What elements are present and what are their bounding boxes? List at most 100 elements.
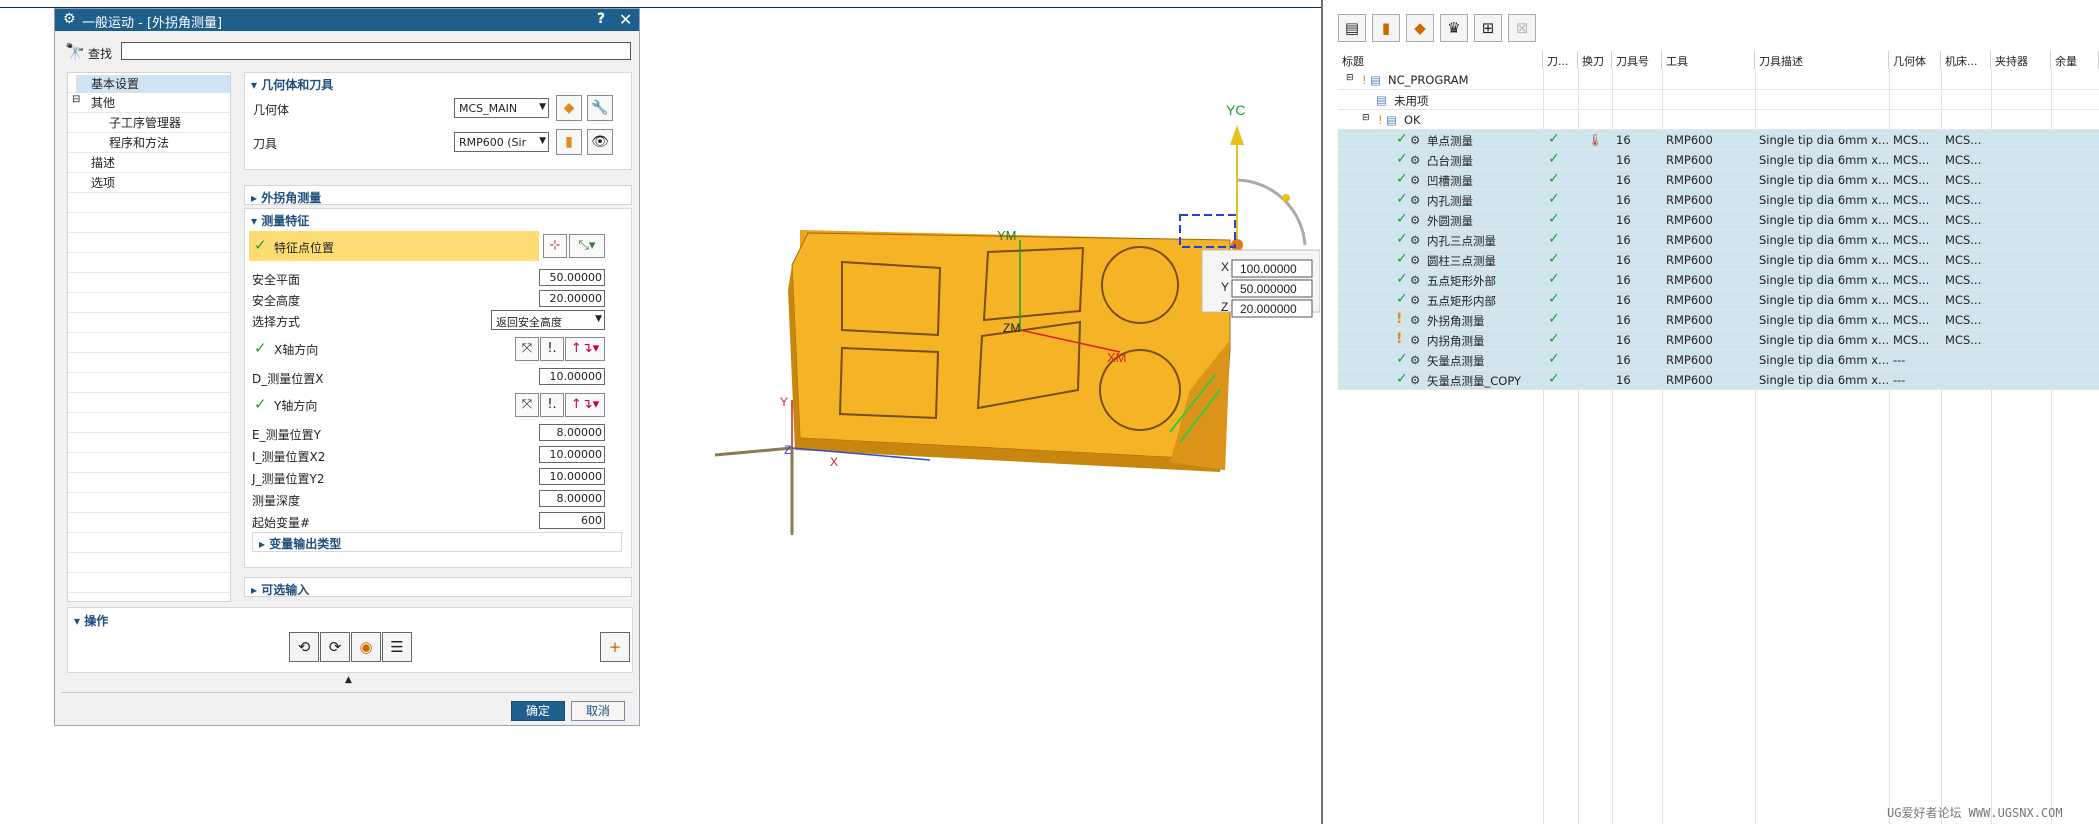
- check-icon: ✓: [1396, 251, 1408, 267]
- list-output-icon[interactable]: ☰: [382, 632, 412, 662]
- vector-type-dropdown[interactable]: ↑↴▾: [565, 337, 605, 361]
- nav-item-basic-settings[interactable]: 基本设置: [76, 75, 230, 93]
- add-operation-icon[interactable]: +: [600, 632, 630, 662]
- vector-dialog-icon[interactable]: !.: [540, 337, 564, 361]
- delete-icon[interactable]: ⊠: [1508, 14, 1536, 42]
- i-position-input[interactable]: 10.00000: [539, 446, 605, 463]
- e-position-input[interactable]: 8.00000: [539, 424, 605, 441]
- geometry-value: MCS...: [1893, 153, 1930, 167]
- help-button[interactable]: ?: [597, 11, 605, 27]
- dialog-title-bar[interactable]: ⚙ 一般运动 - [外拐角测量] ? ✕: [55, 9, 639, 31]
- tree-row-ok-group[interactable]: ⊟ ! ▤ OK: [1338, 110, 2099, 130]
- feature-point-label: 特征点位置: [274, 241, 335, 255]
- table-row[interactable]: ✓ ⚙ 矢量点测量_COPY ✓ 16 RMP600 Single tip dia 6mm …: [1338, 370, 2099, 390]
- verify-icon[interactable]: ◉: [351, 632, 381, 662]
- warning-icon: !: [1362, 73, 1367, 87]
- table-row[interactable]: ✓ ⚙ 矢量点测量 ✓ 16 RMP600 Single tip dia 6mm x... -…: [1338, 350, 2099, 370]
- tree-row-root[interactable]: ⊟ ! ▤ NC_PROGRAM: [1338, 70, 2099, 90]
- tree-row-unused[interactable]: ▤ 未用项: [1338, 90, 2099, 110]
- collapse-icon[interactable]: ⊟: [1346, 73, 1354, 83]
- vector-type-dropdown[interactable]: ↑↴▾: [565, 393, 605, 417]
- geometry-select[interactable]: MCS_MAIN ▼: [454, 98, 549, 118]
- close-button[interactable]: ✕: [619, 10, 632, 29]
- geometry-value: ---: [1893, 373, 1906, 387]
- display-tool-icon[interactable]: 👁: [587, 129, 613, 155]
- create-operation-icon[interactable]: ⊞: [1474, 14, 1502, 42]
- tool-select[interactable]: RMP600 (Sir ▼: [454, 132, 549, 152]
- toolpath-check-icon: ✓: [1548, 211, 1560, 227]
- table-row[interactable]: ✓ ⚙ 圆柱三点测量 ✓ 16 RMP600 Single tip dia 6mm x...…: [1338, 250, 2099, 270]
- folder-icon: ▤: [1376, 93, 1387, 107]
- collapse-icon[interactable]: ⊟: [72, 94, 80, 105]
- new-geometry-icon[interactable]: ◆: [556, 95, 582, 121]
- replay-icon[interactable]: ⟳: [320, 632, 350, 662]
- method-view-icon[interactable]: ♛: [1440, 14, 1468, 42]
- handle-dot[interactable]: [1282, 194, 1290, 202]
- wrench-icon[interactable]: 🔧: [587, 95, 613, 121]
- col-header-tool-desc[interactable]: 刀具描述: [1755, 51, 1889, 69]
- find-input[interactable]: [121, 42, 631, 60]
- panel-divider[interactable]: [1321, 0, 1323, 824]
- collapse-arrow-icon[interactable]: ▲: [345, 675, 352, 685]
- ok-button[interactable]: 确定: [511, 701, 565, 721]
- nav-item-program-method[interactable]: 程序和方法: [109, 134, 169, 151]
- col-header-toolpath[interactable]: 刀...: [1543, 51, 1578, 69]
- section-optional-input: ▸ 可选输入: [244, 577, 632, 597]
- reverse-direction-icon[interactable]: ⤧: [515, 337, 539, 361]
- section-header[interactable]: ▾ 测量特征: [245, 209, 631, 229]
- safe-height-input[interactable]: 20.00000: [539, 290, 605, 307]
- col-header-stock[interactable]: 余量: [2051, 51, 2099, 69]
- nav-item-sub-op-manager[interactable]: 子工序管理器: [109, 114, 181, 131]
- safe-plane-input[interactable]: 50.00000: [539, 269, 605, 286]
- nav-item-other[interactable]: 其他: [91, 94, 115, 111]
- col-header-toolchange[interactable]: 换刀: [1578, 51, 1612, 69]
- table-row[interactable]: ✓ ⚙ 五点矩形外部 ✓ 16 RMP600 Single tip dia 6mm x...…: [1338, 270, 2099, 290]
- table-row[interactable]: ✓ ⚙ 内孔测量 ✓ 16 RMP600 Single tip dia 6mm x... MC…: [1338, 190, 2099, 210]
- col-header-holder[interactable]: 夹持器: [1991, 51, 2051, 69]
- generate-icon[interactable]: ⟲: [289, 632, 319, 662]
- d-position-input[interactable]: 10.00000: [539, 368, 605, 385]
- collapse-icon[interactable]: ⊟: [1362, 113, 1370, 123]
- operations-header[interactable]: ▾ 操作: [74, 612, 108, 629]
- col-header-machine[interactable]: 机床...: [1941, 51, 1991, 69]
- table-row[interactable]: ✓ ⚙ 单点测量 ✓ 🌡 16 RMP600 Single tip dia 6mm x... M…: [1338, 130, 2099, 150]
- section-header[interactable]: ▸ 可选输入: [245, 578, 631, 598]
- nav-item-description[interactable]: 描述: [91, 154, 115, 171]
- tool-number: 16: [1616, 133, 1631, 147]
- col-header-title[interactable]: 标题: [1338, 51, 1543, 69]
- table-row[interactable]: ✓ ⚙ 五点矩形内部 ✓ 16 RMP600 Single tip dia 6mm x...…: [1338, 290, 2099, 310]
- subsection-var-output[interactable]: ▸ 变量输出类型: [252, 532, 622, 552]
- settings-nav-tree: 基本设置 ⊟ 其他 子工序管理器 程序和方法 描述 选项: [67, 72, 231, 602]
- start-var-input[interactable]: 600: [539, 512, 605, 529]
- table-row[interactable]: ✓ ⚙ 外圆测量 ✓ 16 RMP600 Single tip dia 6mm x... MC…: [1338, 210, 2099, 230]
- graphics-viewport[interactable]: YM XM ZM Y X Z YC X 100.00000 Y 50.00000…: [700, 90, 1320, 550]
- table-row[interactable]: ✓ ⚙ 凹槽测量 ✓ 16 RMP600 Single tip dia 6mm x... MC…: [1338, 170, 2099, 190]
- col-header-tool[interactable]: 工具: [1662, 51, 1755, 69]
- table-row[interactable]: ! ⚙ 内拐角测量 ✓ 16 RMP600 Single tip dia 6mm x... M…: [1338, 330, 2099, 350]
- point-dialog-icon[interactable]: ⊹: [543, 234, 567, 258]
- table-row[interactable]: ! ⚙ 外拐角测量 ✓ 16 RMP600 Single tip dia 6mm x... M…: [1338, 310, 2099, 330]
- rotation-handle[interactable]: [1236, 178, 1307, 246]
- col-header-toolno[interactable]: 刀具号: [1612, 51, 1662, 69]
- select-mode-select[interactable]: 返回安全高度 ▼: [491, 310, 605, 330]
- col-header-geometry[interactable]: 几何体: [1889, 51, 1941, 69]
- origin-handle[interactable]: [1231, 239, 1243, 251]
- var-output-title: 变量输出类型: [269, 537, 342, 551]
- geometry-value: MCS...: [1893, 253, 1930, 267]
- geometry-view-icon[interactable]: ◆: [1406, 14, 1434, 42]
- depth-input[interactable]: 8.00000: [539, 490, 605, 507]
- table-row[interactable]: ✓ ⚙ 内孔三点测量 ✓ 16 RMP600 Single tip dia 6mm x...…: [1338, 230, 2099, 250]
- new-tool-icon[interactable]: ▮: [556, 129, 582, 155]
- j-position-input[interactable]: 10.00000: [539, 468, 605, 485]
- nav-item-options[interactable]: 选项: [91, 174, 115, 191]
- point-type-dropdown[interactable]: ⤡▾: [569, 234, 605, 258]
- machine-tool-view-icon[interactable]: ▮: [1372, 14, 1400, 42]
- reverse-direction-icon[interactable]: ⤧: [515, 393, 539, 417]
- section-header[interactable]: ▸ 外拐角测量: [245, 186, 631, 206]
- program-order-view-icon[interactable]: ▤: [1338, 14, 1366, 42]
- section-header[interactable]: ▾ 几何体和刀具: [245, 73, 631, 93]
- tool-description: Single tip dia 6mm x...: [1759, 333, 1890, 347]
- cancel-button[interactable]: 取消: [571, 701, 625, 721]
- vector-dialog-icon[interactable]: !.: [540, 393, 564, 417]
- table-row[interactable]: ✓ ⚙ 凸台测量 ✓ 16 RMP600 Single tip dia 6mm x... MC…: [1338, 150, 2099, 170]
